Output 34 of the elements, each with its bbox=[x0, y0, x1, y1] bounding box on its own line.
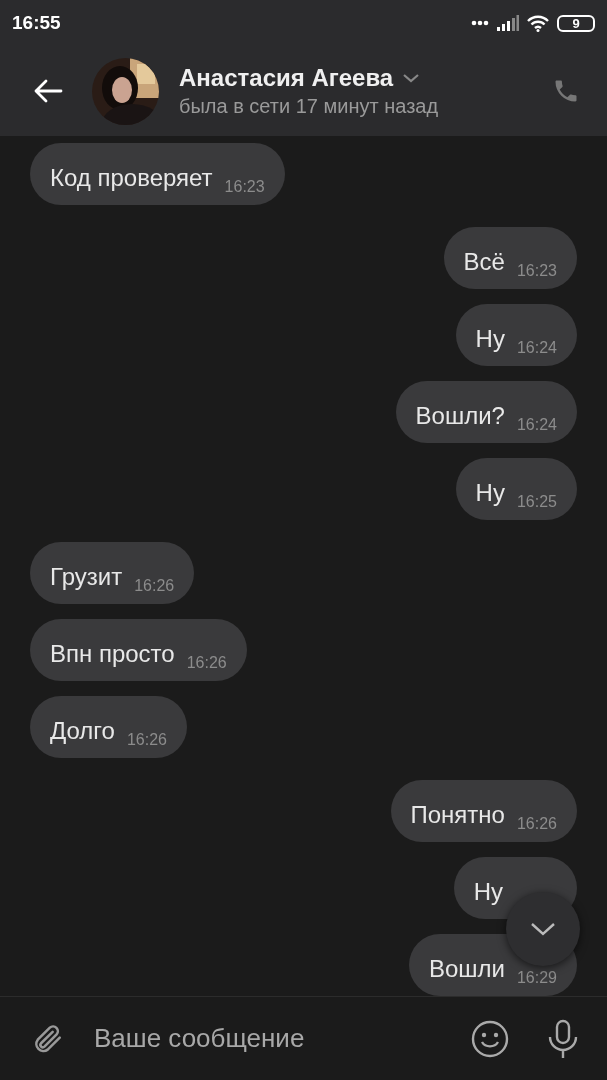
status-time: 16:55 bbox=[12, 10, 61, 35]
emoji-icon[interactable] bbox=[471, 1019, 509, 1058]
message-text: Грузит bbox=[50, 562, 123, 592]
message-time: 16:23 bbox=[516, 262, 557, 280]
chevron-down-icon[interactable] bbox=[403, 73, 420, 83]
message-time: 16:26 bbox=[134, 577, 175, 595]
contact-name[interactable]: Анастасия Агеева bbox=[179, 63, 394, 93]
message-time: 16:29 bbox=[516, 969, 557, 987]
message-text: Ну bbox=[475, 478, 505, 508]
message-time: 16:23 bbox=[224, 178, 265, 196]
back-arrow-icon bbox=[33, 79, 63, 103]
message-time: 16:26 bbox=[186, 654, 227, 672]
battery-icon: 9 bbox=[557, 14, 595, 32]
message-time: 16:26 bbox=[126, 731, 167, 749]
dots-icon bbox=[471, 20, 489, 26]
message-text: Понятно bbox=[410, 800, 505, 830]
message-time: 16:25 bbox=[516, 493, 557, 511]
message-input[interactable]: Ваше сообщение bbox=[94, 1019, 461, 1058]
message-time: 16:26 bbox=[516, 815, 557, 833]
message-text: Впн просто bbox=[50, 639, 175, 669]
message-time: 16:24 bbox=[516, 339, 557, 357]
wifi-icon bbox=[527, 14, 549, 32]
chevron-down-icon bbox=[530, 922, 556, 936]
message-text: Всё bbox=[463, 247, 505, 277]
message-text: Долго bbox=[50, 716, 115, 746]
last-seen-status: была в сети 17 минут назад bbox=[179, 94, 440, 119]
microphone-icon[interactable] bbox=[547, 1018, 579, 1059]
message-text: Вошли bbox=[428, 954, 505, 984]
message-time: 16:24 bbox=[516, 416, 557, 434]
message-text: Ну bbox=[475, 324, 505, 354]
signal-icon bbox=[497, 15, 519, 31]
message-text: Код проверяет bbox=[50, 163, 213, 193]
message-text: Вошли? bbox=[415, 401, 505, 431]
message-text: Ну bbox=[473, 877, 503, 907]
